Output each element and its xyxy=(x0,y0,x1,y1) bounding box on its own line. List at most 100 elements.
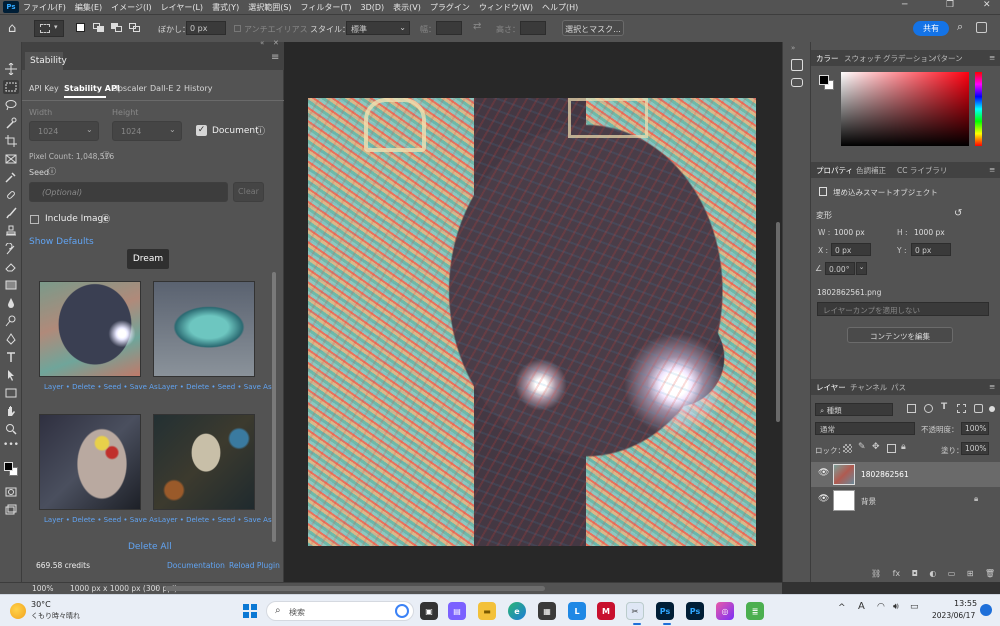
teams-chat-icon[interactable]: ▤ xyxy=(448,602,466,620)
tab-cc-libraries[interactable]: CC ライブラリ xyxy=(897,165,947,176)
zoom-level[interactable]: 100% xyxy=(32,584,53,593)
link-layers-icon[interactable]: ⛓︎ xyxy=(871,569,881,581)
panel-scrollbar[interactable] xyxy=(272,272,276,542)
style-select[interactable]: 標準 ⌄ xyxy=(346,21,410,35)
height-input[interactable] xyxy=(520,21,546,35)
visibility-eye-icon[interactable]: 👁︎ xyxy=(818,494,829,504)
foreground-color-swatch[interactable] xyxy=(4,462,13,471)
path-select-tool-icon[interactable] xyxy=(3,368,19,382)
delete-all-link[interactable]: Delete All xyxy=(128,542,172,552)
lock-image-icon[interactable]: ✎ xyxy=(858,442,866,452)
clock-date[interactable]: 2023/06/17 xyxy=(932,611,975,620)
angle-dropdown-chevron-icon[interactable]: ⌄ xyxy=(856,262,867,275)
panel-close-icon[interactable]: ✕ xyxy=(273,39,279,47)
tab-api-key[interactable]: API Key xyxy=(29,84,59,93)
include-image-checkbox[interactable] xyxy=(30,215,39,224)
tab-color[interactable]: カラー xyxy=(816,53,839,64)
file-explorer-icon[interactable]: ▬ xyxy=(478,602,496,620)
add-selection-icon[interactable] xyxy=(93,23,104,32)
pen-tool-icon[interactable] xyxy=(3,332,19,346)
show-defaults-link[interactable]: Show Defaults xyxy=(29,237,94,247)
panel-title-tab[interactable]: Stability xyxy=(25,52,67,70)
menu-select[interactable]: 選択範囲(S) xyxy=(248,2,291,13)
layer-comp-select[interactable]: レイヤーカンプを適用しない xyxy=(817,302,989,316)
blend-mode-select[interactable]: 通常 xyxy=(815,422,915,435)
eyedropper-tool-icon[interactable] xyxy=(3,170,19,184)
panel-menu-icon[interactable]: ≡ xyxy=(989,382,995,391)
notification-icon[interactable] xyxy=(980,604,992,616)
menu-image[interactable]: イメージ(I) xyxy=(111,2,151,13)
gradient-tool-icon[interactable] xyxy=(3,278,19,292)
hue-slider[interactable] xyxy=(975,72,982,146)
ime-indicator[interactable]: A xyxy=(858,601,865,612)
tab-channels[interactable]: チャンネル xyxy=(850,382,887,393)
menu-edit[interactable]: 編集(E) xyxy=(75,2,102,13)
rectangle-tool-icon[interactable] xyxy=(3,386,19,400)
lock-artboard-icon[interactable] xyxy=(887,444,896,453)
tab-layers[interactable]: レイヤー xyxy=(816,382,846,393)
volume-icon[interactable]: 🔊︎ xyxy=(893,602,899,612)
collapse-icon[interactable]: « xyxy=(260,39,264,47)
edit-contents-button[interactable]: コンテンツを編集 xyxy=(847,327,953,343)
tab-history[interactable]: History xyxy=(184,84,212,93)
quick-select-tool-icon[interactable] xyxy=(3,116,19,130)
notepad-icon[interactable]: ≣ xyxy=(746,602,764,620)
info-icon[interactable]: ⓘ xyxy=(101,212,110,225)
menu-window[interactable]: ウィンドウ(W) xyxy=(479,2,533,13)
select-and-mask-button[interactable]: 選択とマスク... xyxy=(562,20,624,36)
lock-all-icon[interactable]: 🔒︎ xyxy=(901,442,906,452)
reload-plugin-link[interactable]: Reload Plugin xyxy=(229,561,280,570)
tool-preset-picker[interactable]: ▾ xyxy=(34,20,64,37)
width-input[interactable] xyxy=(436,21,462,35)
angle-input[interactable]: 0.00° xyxy=(825,262,855,275)
width-select[interactable]: 1024 ⌄ xyxy=(29,121,99,141)
battery-icon[interactable]: ▭ xyxy=(910,602,919,612)
move-tool-icon[interactable] xyxy=(3,62,19,76)
snipping-tool-icon[interactable]: ✂ xyxy=(626,602,644,620)
document-canvas[interactable] xyxy=(308,98,756,546)
w-value[interactable]: 1000 px xyxy=(834,228,865,237)
zoom-tool-icon[interactable] xyxy=(3,422,19,436)
l-app-icon[interactable]: L xyxy=(568,602,586,620)
panel-menu-icon[interactable]: ≡ xyxy=(271,52,279,63)
photoshop-2-taskbar-icon[interactable]: Ps xyxy=(686,602,704,620)
lock-position-icon[interactable]: ✥ xyxy=(872,442,880,452)
store-icon[interactable]: ▦ xyxy=(538,602,556,620)
fx-icon[interactable]: fx xyxy=(893,569,901,581)
color-field[interactable] xyxy=(841,72,969,146)
quick-mask-icon[interactable] xyxy=(3,485,19,499)
canvas-horizontal-scrollbar[interactable] xyxy=(165,586,545,591)
layer-row[interactable]: 👁︎ 背景 🔒︎ xyxy=(811,488,1000,513)
more-tools-icon[interactable]: ••• xyxy=(3,438,19,452)
frame-tool-icon[interactable] xyxy=(3,152,19,166)
tray-chevron-up-icon[interactable]: ^ xyxy=(838,603,846,613)
panel-menu-icon[interactable]: ≡ xyxy=(989,165,995,174)
hand-tool-icon[interactable] xyxy=(3,404,19,418)
eraser-tool-icon[interactable] xyxy=(3,260,19,274)
comments-panel-icon[interactable] xyxy=(791,78,803,87)
filter-shape-icon[interactable] xyxy=(957,404,966,413)
creative-cloud-icon[interactable]: ◎ xyxy=(716,602,734,620)
antialias-checkbox[interactable] xyxy=(234,25,241,32)
crop-tool-icon[interactable] xyxy=(3,134,19,148)
tab-properties[interactable]: プロパティ xyxy=(816,165,853,176)
result-thumbnail-2[interactable] xyxy=(153,281,255,377)
reset-transform-icon[interactable]: ↺ xyxy=(954,208,962,219)
filter-pixel-icon[interactable] xyxy=(907,404,916,413)
home-icon[interactable]: ⌂ xyxy=(8,21,16,36)
tab-upscaler[interactable]: Upscaler xyxy=(112,84,147,93)
new-layer-icon[interactable]: ⊞ xyxy=(967,569,974,581)
info-icon[interactable]: ⓘ xyxy=(256,124,265,137)
tab-dall-e-2[interactable]: Dall-E 2 xyxy=(150,84,181,93)
tab-swatches[interactable]: スウォッチ xyxy=(844,53,882,64)
status-menu-chevron-icon[interactable]: › xyxy=(155,583,158,592)
layer-filter-select[interactable]: ⌕ 種類 xyxy=(815,403,893,416)
thumbnail-1-actions[interactable]: Layer • Delete • Seed • Save As xyxy=(44,383,158,391)
tab-gradients[interactable]: グラデーション xyxy=(883,53,935,64)
rect-marquee-tool-icon[interactable] xyxy=(3,80,19,94)
type-tool-icon[interactable] xyxy=(3,350,19,364)
clone-stamp-tool-icon[interactable] xyxy=(3,224,19,238)
result-thumbnail-1[interactable] xyxy=(39,281,141,377)
menu-file[interactable]: ファイル(F) xyxy=(23,2,66,13)
filter-type-icon[interactable]: T xyxy=(941,402,947,412)
